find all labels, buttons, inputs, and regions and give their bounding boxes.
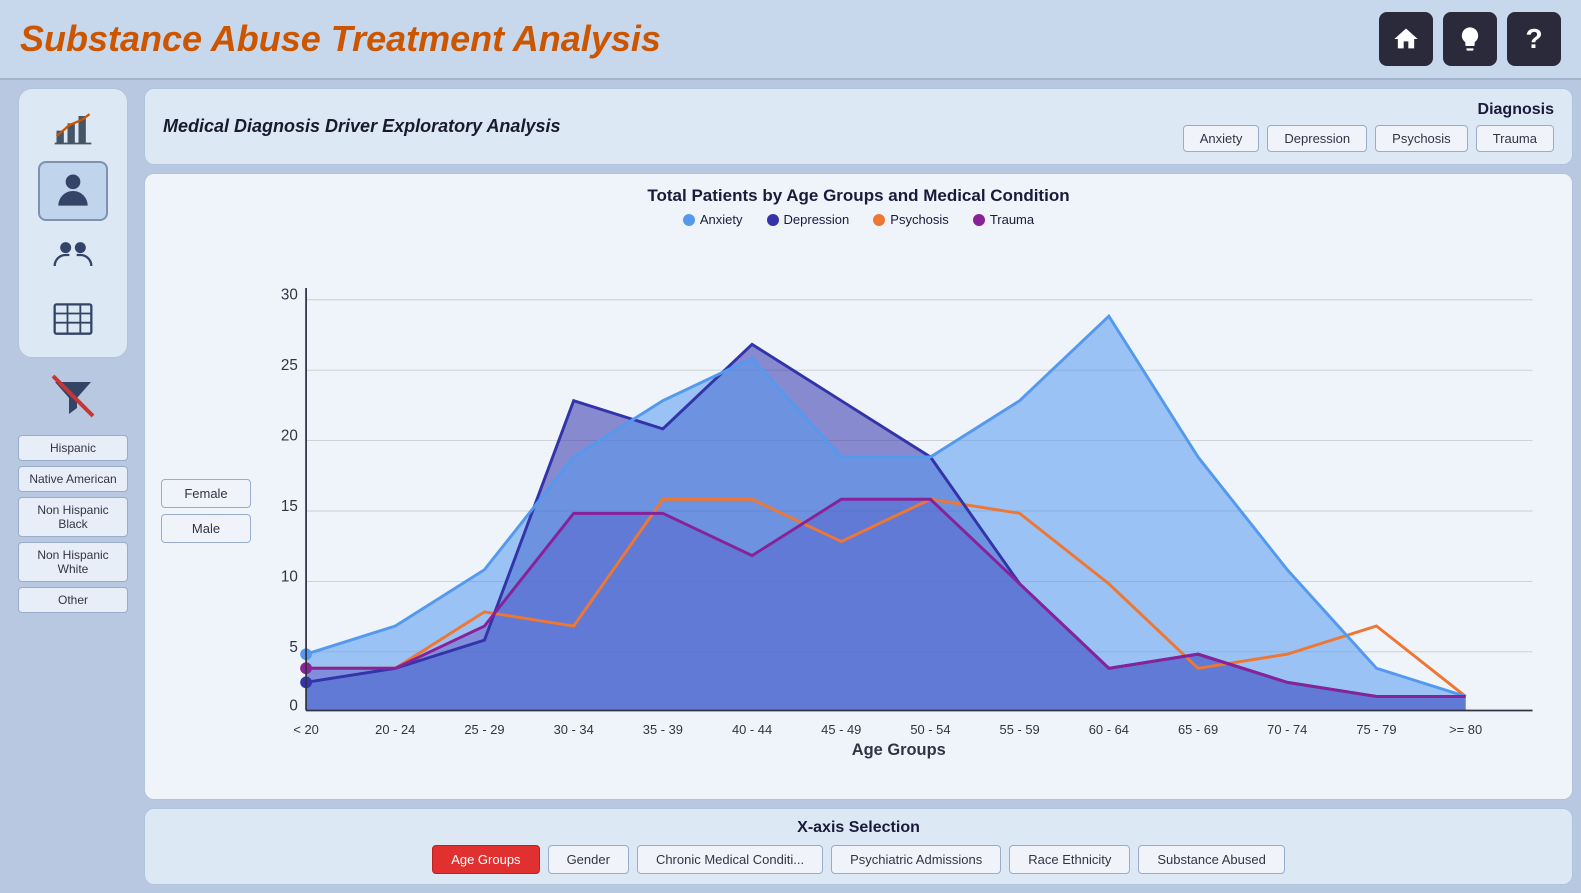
home-button[interactable] (1379, 12, 1433, 66)
sidebar-item-barchart[interactable] (38, 97, 108, 157)
svg-text:>= 80: >= 80 (1449, 722, 1482, 737)
diagnosis-right: Diagnosis Anxiety Depression Psychosis T… (1183, 101, 1554, 152)
xaxis-chronic[interactable]: Chronic Medical Conditi... (637, 845, 823, 874)
sidebar-item-table[interactable] (38, 289, 108, 349)
xaxis-substance[interactable]: Substance Abused (1138, 845, 1284, 874)
svg-text:5: 5 (289, 639, 297, 656)
main-chart-svg: 30 25 20 15 10 5 0 (265, 235, 1556, 787)
question-mark: ? (1525, 23, 1542, 55)
legend-psychosis: Psychosis (873, 212, 949, 227)
legend-label-psychosis: Psychosis (890, 212, 949, 227)
svg-text:45 - 49: 45 - 49 (821, 722, 861, 737)
svg-text:35 - 39: 35 - 39 (643, 722, 683, 737)
diagnosis-label: Diagnosis (1478, 101, 1554, 119)
app-title: Substance Abuse Treatment Analysis (20, 18, 661, 60)
sidebar-item-group[interactable] (38, 225, 108, 285)
legend-dot-anxiety (683, 214, 695, 226)
sidebar-item-person[interactable] (38, 161, 108, 221)
svg-text:< 20: < 20 (293, 722, 318, 737)
svg-text:75 - 79: 75 - 79 (1356, 722, 1396, 737)
svg-text:65 - 69: 65 - 69 (1178, 722, 1218, 737)
svg-text:25: 25 (281, 357, 298, 374)
diagnosis-depression[interactable]: Depression (1267, 125, 1367, 152)
svg-text:0: 0 (289, 698, 297, 715)
svg-text:70 - 74: 70 - 74 (1267, 722, 1307, 737)
bulb-button[interactable] (1443, 12, 1497, 66)
svg-text:55 - 59: 55 - 59 (1000, 722, 1040, 737)
legend-anxiety: Anxiety (683, 212, 743, 227)
diagnosis-trauma[interactable]: Trauma (1476, 125, 1554, 152)
legend-label-anxiety: Anxiety (700, 212, 743, 227)
svg-text:15: 15 (281, 498, 298, 515)
legend-label-trauma: Trauma (990, 212, 1034, 227)
ethnicity-non-hispanic-black[interactable]: Non Hispanic Black (18, 497, 128, 537)
xaxis-age-groups[interactable]: Age Groups (432, 845, 539, 874)
xaxis-gender[interactable]: Gender (548, 845, 629, 874)
sidebar: Hispanic Native American Non Hispanic Bl… (8, 88, 138, 885)
xaxis-label: X-axis Selection (797, 819, 920, 837)
header-icon-group: ? (1379, 12, 1561, 66)
content-area: Medical Diagnosis Driver Exploratory Ana… (144, 88, 1573, 885)
gender-male[interactable]: Male (161, 514, 251, 543)
main-area: Hispanic Native American Non Hispanic Bl… (0, 80, 1581, 893)
svg-text:Age Groups: Age Groups (852, 741, 946, 759)
gender-button-group: Female Male (161, 235, 257, 787)
svg-text:20 - 24: 20 - 24 (375, 722, 415, 737)
svg-text:40 - 44: 40 - 44 (732, 722, 772, 737)
svg-text:50 - 54: 50 - 54 (910, 722, 950, 737)
xaxis-panel: X-axis Selection Age Groups Gender Chron… (144, 808, 1573, 885)
svg-text:30: 30 (281, 287, 298, 304)
diagnosis-panel: Medical Diagnosis Driver Exploratory Ana… (144, 88, 1573, 165)
chart-container: Total Patients by Age Groups and Medical… (144, 173, 1573, 800)
person-icon (51, 169, 95, 213)
svg-text:10: 10 (281, 568, 298, 585)
bar-chart-icon (51, 105, 95, 149)
chart-legend: Anxiety Depression Psychosis Trauma (161, 212, 1556, 227)
sidebar-nav-card (18, 88, 128, 358)
legend-dot-trauma (973, 214, 985, 226)
header: Substance Abuse Treatment Analysis ? (0, 0, 1581, 80)
bulb-icon (1456, 25, 1484, 53)
filter-off-icon[interactable] (38, 368, 108, 423)
legend-depression: Depression (767, 212, 850, 227)
home-icon (1392, 25, 1420, 53)
svg-text:20: 20 (281, 428, 298, 445)
ethnicity-native-american[interactable]: Native American (18, 466, 128, 492)
ethnicity-hispanic[interactable]: Hispanic (18, 435, 128, 461)
ethnicity-other[interactable]: Other (18, 587, 128, 613)
svg-text:60 - 64: 60 - 64 (1089, 722, 1129, 737)
chart-title: Total Patients by Age Groups and Medical… (161, 186, 1556, 206)
diagnosis-panel-title: Medical Diagnosis Driver Exploratory Ana… (163, 116, 560, 137)
group-icon (51, 233, 95, 277)
svg-text:25 - 29: 25 - 29 (464, 722, 504, 737)
diagnosis-button-group: Anxiety Depression Psychosis Trauma (1183, 125, 1554, 152)
legend-dot-depression (767, 214, 779, 226)
ethnicity-non-hispanic-white[interactable]: Non Hispanic White (18, 542, 128, 582)
svg-text:30 - 34: 30 - 34 (554, 722, 594, 737)
no-filter-icon (49, 372, 97, 420)
gender-female[interactable]: Female (161, 479, 251, 508)
chart-svg-area: 30 25 20 15 10 5 0 (265, 235, 1556, 787)
legend-label-depression: Depression (784, 212, 850, 227)
help-button[interactable]: ? (1507, 12, 1561, 66)
xaxis-race-ethnicity[interactable]: Race Ethnicity (1009, 845, 1130, 874)
chart-with-gender: Female Male 30 25 20 15 10 5 0 (161, 235, 1556, 787)
legend-dot-psychosis (873, 214, 885, 226)
table-icon (51, 297, 95, 341)
xaxis-button-group: Age Groups Gender Chronic Medical Condit… (432, 845, 1285, 874)
diagnosis-psychosis[interactable]: Psychosis (1375, 125, 1468, 152)
xaxis-psychiatric[interactable]: Psychiatric Admissions (831, 845, 1001, 874)
diagnosis-anxiety[interactable]: Anxiety (1183, 125, 1260, 152)
legend-trauma: Trauma (973, 212, 1034, 227)
ethnicity-filter-group: Hispanic Native American Non Hispanic Bl… (18, 435, 128, 613)
